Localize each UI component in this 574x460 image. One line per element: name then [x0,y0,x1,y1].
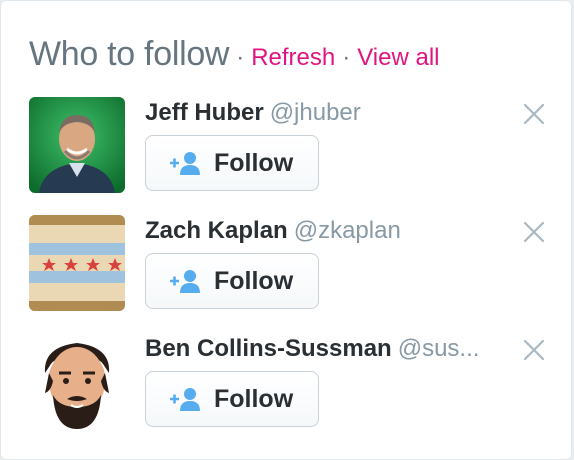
dismiss-button[interactable] [521,101,547,127]
user-full-name[interactable]: Ben Collins-Sussman [145,335,392,362]
user-handle[interactable]: @zkaplan [294,217,401,244]
avatar[interactable] [29,97,125,193]
follow-label: Follow [214,384,294,413]
follow-label: Follow [214,148,294,177]
separator-dot: · [342,44,351,71]
close-icon [523,103,545,125]
close-icon [523,339,545,361]
view-all-link[interactable]: View all [357,44,439,72]
refresh-link[interactable]: Refresh [251,44,335,72]
widget-title: Who to follow [29,35,230,73]
close-icon [523,221,545,243]
user-handle[interactable]: @sus... [398,335,480,362]
follow-button[interactable]: Follow [145,253,319,309]
dismiss-button[interactable] [521,219,547,245]
avatar-image [29,97,125,193]
suggestion-row: Zach Kaplan @zkaplan Follow [1,215,573,325]
follow-label: Follow [214,266,294,295]
avatar[interactable] [29,333,125,429]
add-user-icon [170,270,200,293]
add-user-icon [170,152,200,175]
user-full-name[interactable]: Jeff Huber [145,99,264,126]
user-handle[interactable]: @jhuber [270,99,361,126]
user-name-line[interactable]: Ben Collins-Sussman @sus... [145,335,479,363]
follow-button[interactable]: Follow [145,135,319,191]
who-to-follow-header: Who to follow · Refresh · View all [29,35,440,75]
user-name-line[interactable]: Zach Kaplan @zkaplan [145,217,401,245]
avatar[interactable] [29,215,125,311]
user-name-line[interactable]: Jeff Huber @jhuber [145,99,361,127]
user-full-name[interactable]: Zach Kaplan [145,217,288,244]
who-to-follow-card: Who to follow · Refresh · View all Jeff … [0,0,572,460]
follow-button[interactable]: Follow [145,371,319,427]
separator-dot: · [236,44,245,71]
suggestion-row: Jeff Huber @jhuber Follow [1,97,573,207]
avatar-image [29,215,125,311]
avatar-image [29,333,125,429]
suggestion-row: Ben Collins-Sussman @sus... Follow [1,333,573,443]
dismiss-button[interactable] [521,337,547,363]
add-user-icon [170,388,200,411]
